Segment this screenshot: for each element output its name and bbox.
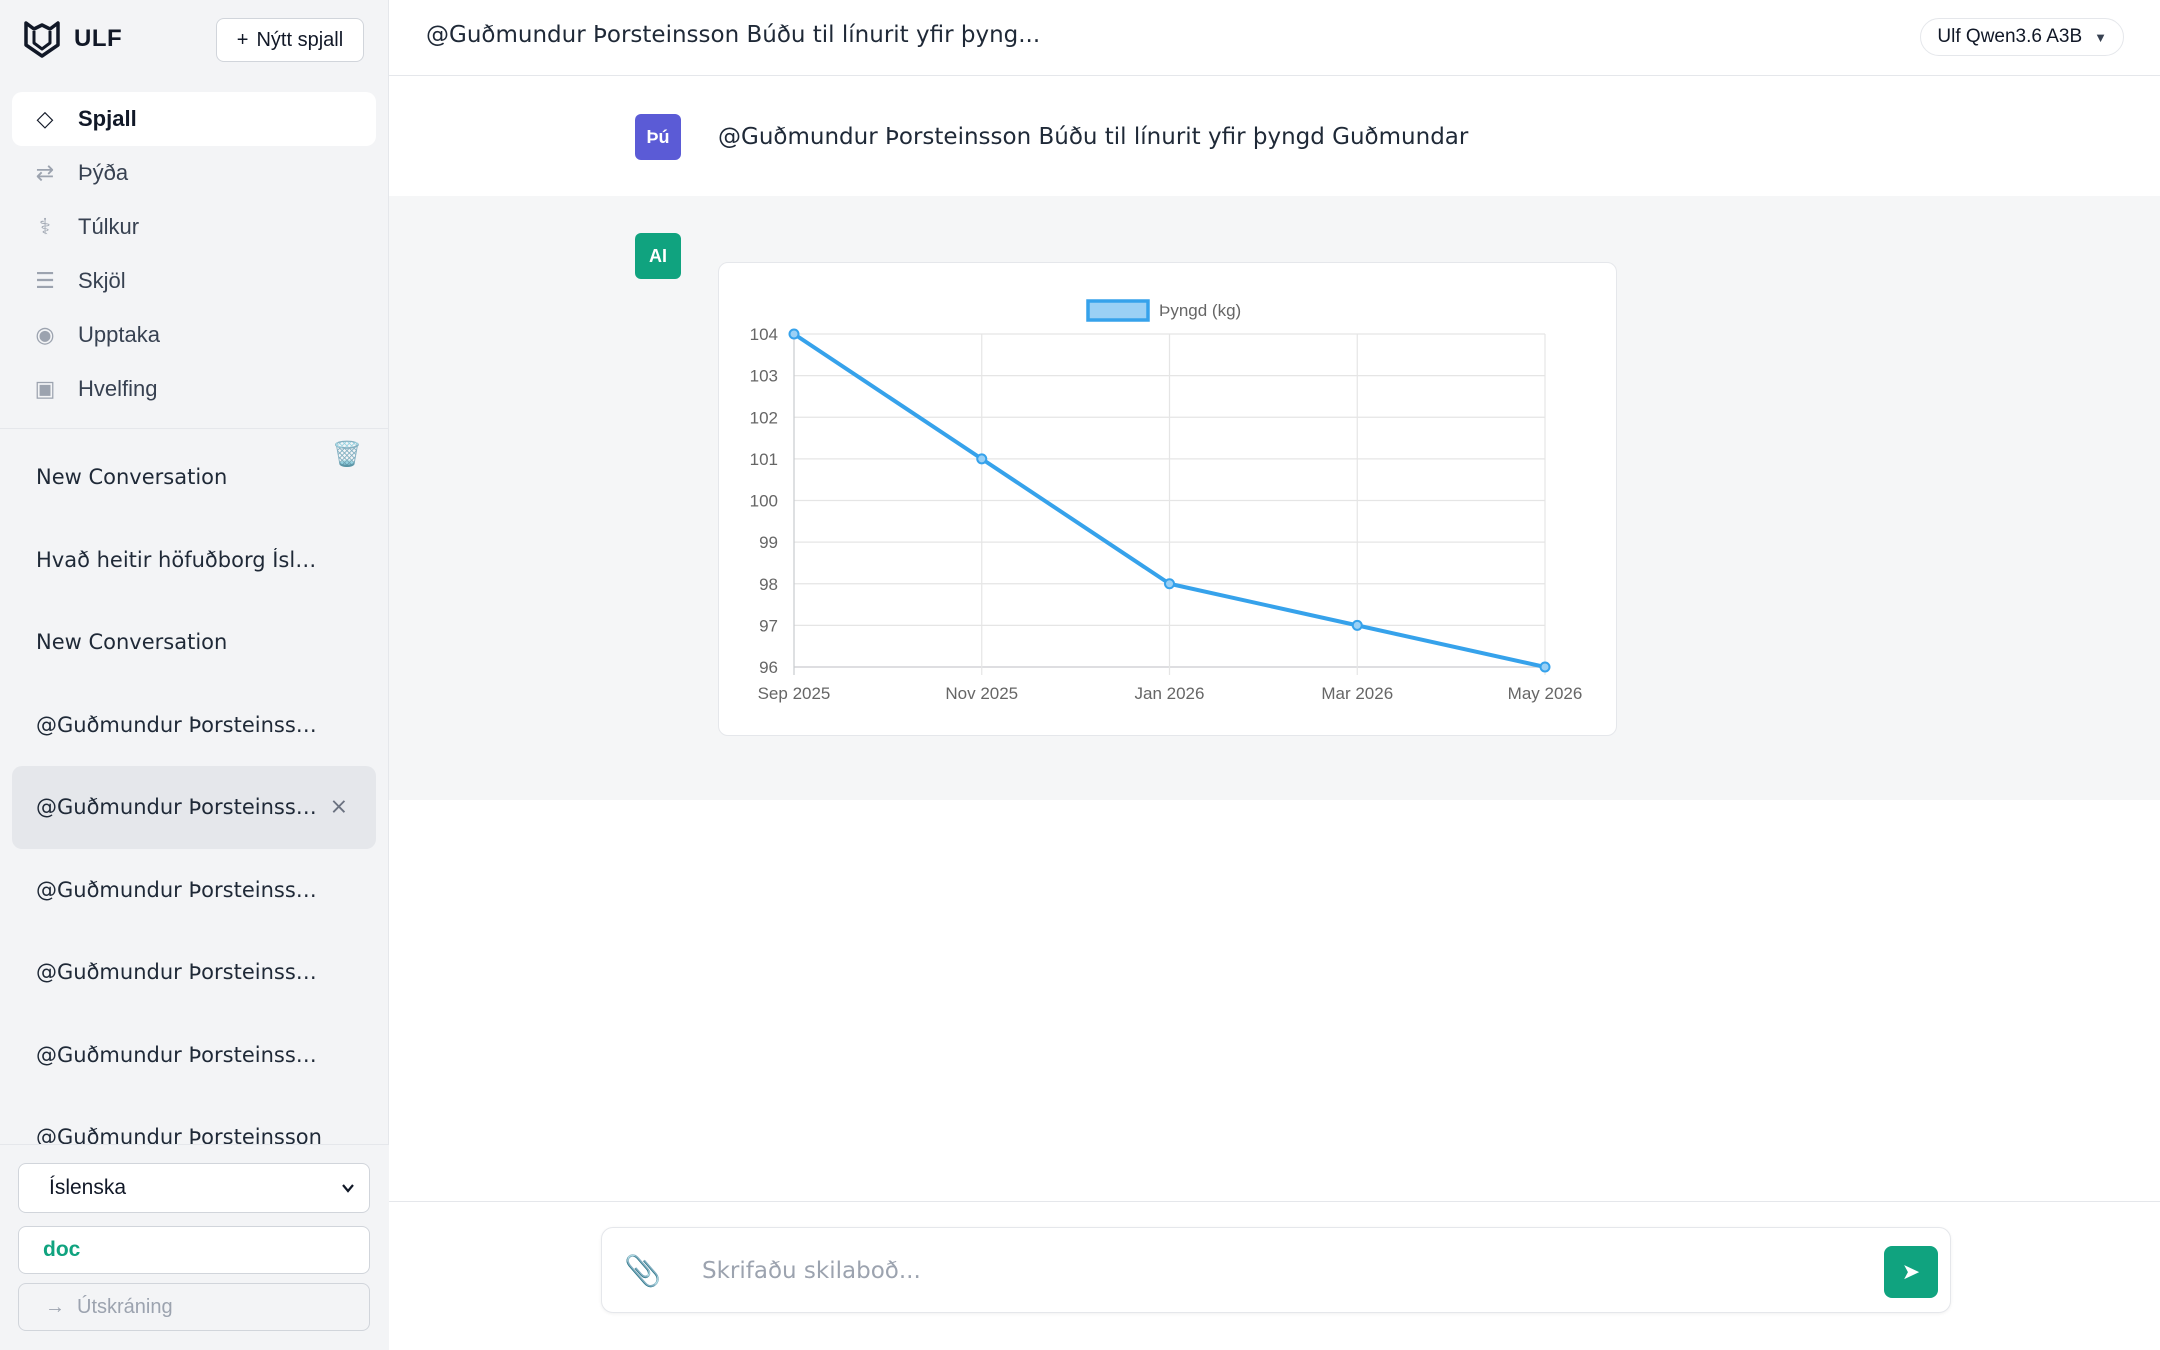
conversation-item[interactable]: @Guðmundur Þorsteinsson Búðu til línurit bbox=[12, 931, 376, 1014]
tulkur-icon: ⚕ bbox=[39, 214, 51, 239]
x-tick-label: May 2026 bbox=[1508, 684, 1583, 703]
conversation-item[interactable]: @Guðmundur Þorsteinsson bbox=[12, 1096, 376, 1146]
model-select[interactable]: Ulf Qwen3.6 A3B ▼ bbox=[1920, 18, 2124, 56]
caret-down-icon: ▼ bbox=[2094, 29, 2107, 45]
nav-item-upptaka[interactable]: ◉ Upptaka bbox=[12, 308, 376, 362]
x-tick-label: Sep 2025 bbox=[758, 684, 831, 703]
x-tick-label: Jan 2026 bbox=[1135, 684, 1205, 703]
brand[interactable]: ULF bbox=[22, 18, 122, 60]
chart-card: 104 103 102 101 100 99 98 97 96 Sep 2025 Nov 2025 J… bbox=[718, 262, 1617, 736]
nav-item-label: Upptaka bbox=[78, 322, 160, 347]
nav-item-label: Hvelfing bbox=[78, 376, 158, 401]
legend-swatch bbox=[1086, 299, 1150, 322]
conversation-title: @Guðmundur Þorsteinsson Búðu til línurit bbox=[36, 1042, 324, 1067]
data-point bbox=[788, 328, 800, 340]
doc-user-label[interactable]: doc bbox=[18, 1226, 370, 1274]
upptaka-icon: ◉ bbox=[35, 322, 55, 347]
user-avatar: Þú bbox=[635, 114, 681, 160]
spjall-icon: ◇ bbox=[36, 106, 54, 131]
sidebar-footer: Íslenska doc → Útskráning bbox=[0, 1144, 389, 1350]
composer-area: 📎 ➤ bbox=[389, 1201, 2160, 1350]
nav-item-label: Skjöl bbox=[78, 268, 126, 293]
topbar: @Guðmundur Þorsteinsson Búðu til línurit… bbox=[389, 0, 2160, 76]
user-message-text: @Guðmundur Þorsteinsson Búðu til línurit… bbox=[718, 124, 1469, 150]
nav-item-label: Túlkur bbox=[78, 214, 140, 239]
y-tick-label: 96 bbox=[759, 658, 778, 677]
conversation-item[interactable]: @Guðmundur Þorsteinsson Búðu til línurit bbox=[12, 849, 376, 932]
ulf-logo-icon bbox=[24, 21, 60, 58]
nav-item-thyda[interactable]: ⇄ Þýða bbox=[12, 146, 376, 200]
main-area: @Guðmundur Þorsteinsson Búðu til línurit… bbox=[389, 0, 2160, 1350]
y-tick-label: 97 bbox=[759, 616, 778, 635]
nav-item-label: Spjall bbox=[78, 106, 137, 131]
send-button[interactable]: ➤ bbox=[1884, 1246, 1938, 1298]
data-point bbox=[1351, 619, 1363, 631]
y-tick-label: 103 bbox=[750, 367, 778, 386]
y-tick-label: 104 bbox=[750, 325, 778, 344]
close-icon[interactable]: × bbox=[330, 795, 348, 820]
x-tick-label: Mar 2026 bbox=[1321, 684, 1393, 703]
legend-label: Þyngd (kg) bbox=[1159, 301, 1241, 320]
conversation-item[interactable]: @Guðmundur Þorsteinsson Búðu til línurit bbox=[12, 684, 376, 767]
logout-label: Útskráning bbox=[77, 1295, 173, 1318]
conversation-title: @Guðmundur Þorsteinsson Búðu til línurit bbox=[36, 712, 324, 737]
plus-icon: + bbox=[236, 28, 249, 51]
y-tick-label: 101 bbox=[750, 450, 778, 469]
conversation-title: @Guðmundur Þorsteinsson Búðu til línurit bbox=[36, 795, 324, 820]
conversation-item[interactable]: New Conversation bbox=[12, 436, 376, 519]
conversation-title: New Conversation bbox=[36, 465, 228, 490]
send-icon: ➤ bbox=[1901, 1259, 1921, 1284]
y-tick-label: 99 bbox=[759, 533, 778, 552]
nav-item-hvelfing[interactable]: ▣ Hvelfing bbox=[12, 362, 376, 416]
conversation-item[interactable]: Hvað heitir höfuðborg Íslands? bbox=[12, 519, 376, 602]
y-tick-label: 102 bbox=[750, 408, 778, 427]
nav-item-tulkur[interactable]: ⚕ Túlkur bbox=[12, 200, 376, 254]
paperclip-icon[interactable]: 📎 bbox=[624, 1254, 661, 1289]
nav-item-skjol[interactable]: ☰ Skjöl bbox=[12, 254, 376, 308]
new-chat-label: Nýtt spjall bbox=[256, 28, 344, 51]
main-nav: ◇ Spjall ⇄ Þýða ⚕ Túlkur ☰ Skjöl ◉ Upptaka ▣ Hvelfi… bbox=[12, 92, 376, 416]
new-chat-button[interactable]: + Nýtt spjall bbox=[216, 18, 364, 62]
message-input[interactable] bbox=[702, 1246, 1852, 1296]
conversation-list: New Conversation Hvað heitir höfuðborg Ís… bbox=[12, 436, 376, 1146]
sidebar-divider bbox=[0, 428, 389, 429]
logout-button[interactable]: → Útskráning bbox=[18, 1283, 370, 1331]
conversation-item[interactable]: @Guðmundur Þorsteinsson Búðu til línurit… bbox=[12, 766, 376, 849]
brand-name: ULF bbox=[74, 25, 123, 52]
ai-avatar: AI bbox=[635, 233, 681, 279]
data-point bbox=[976, 453, 988, 465]
nav-item-label: Þýða bbox=[78, 160, 129, 185]
ai-message: AI 104 103 102 101 100 99 98 97 96 Sep 2025 Nov 20… bbox=[389, 196, 2160, 800]
logout-arrow-icon: → bbox=[45, 1295, 65, 1318]
sidebar: ULF + Nýtt spjall ◇ Spjall ⇄ Þýða ⚕ Túlkur ☰ Sk… bbox=[0, 0, 389, 1350]
language-select[interactable]: Íslenska bbox=[18, 1163, 370, 1213]
thyda-icon: ⇄ bbox=[35, 160, 55, 185]
conversation-title: @Guðmundur Þorsteinsson Búðu til línurit bbox=[36, 877, 324, 902]
nav-item-spjall[interactable]: ◇ Spjall bbox=[12, 92, 376, 146]
trash-icon[interactable]: 🗑️ bbox=[332, 440, 362, 469]
conversation-item[interactable]: New Conversation bbox=[12, 601, 376, 684]
conversation-title: Hvað heitir höfuðborg Íslands? bbox=[36, 547, 324, 572]
hvelfing-icon: ▣ bbox=[34, 376, 56, 401]
user-message: Þú @Guðmundur Þorsteinsson Búðu til línu… bbox=[389, 76, 2160, 196]
language-selected: Íslenska bbox=[49, 1176, 127, 1199]
conversation-title: New Conversation bbox=[36, 630, 228, 655]
y-tick-label: 98 bbox=[759, 575, 778, 594]
conversation-title: @Guðmundur Þorsteinsson Búðu til línurit… bbox=[426, 22, 1041, 48]
conversation-title: @Guðmundur Þorsteinsson Búðu til línurit bbox=[36, 960, 324, 985]
composer: 📎 ➤ bbox=[601, 1227, 1951, 1313]
weight-line-chart: 104 103 102 101 100 99 98 97 96 Sep 2025 Nov 2025 J… bbox=[750, 299, 1583, 703]
y-tick-label: 100 bbox=[750, 492, 778, 511]
data-point bbox=[1539, 661, 1551, 673]
data-point bbox=[1164, 578, 1175, 590]
skjol-icon: ☰ bbox=[35, 268, 55, 293]
model-name: Ulf Qwen3.6 A3B bbox=[1937, 26, 2083, 47]
conversation-item[interactable]: @Guðmundur Þorsteinsson Búðu til línurit bbox=[12, 1014, 376, 1097]
x-tick-label: Nov 2025 bbox=[945, 684, 1018, 703]
chevron-down-icon bbox=[342, 1184, 354, 1193]
conversation-title: @Guðmundur Þorsteinsson bbox=[36, 1125, 322, 1146]
